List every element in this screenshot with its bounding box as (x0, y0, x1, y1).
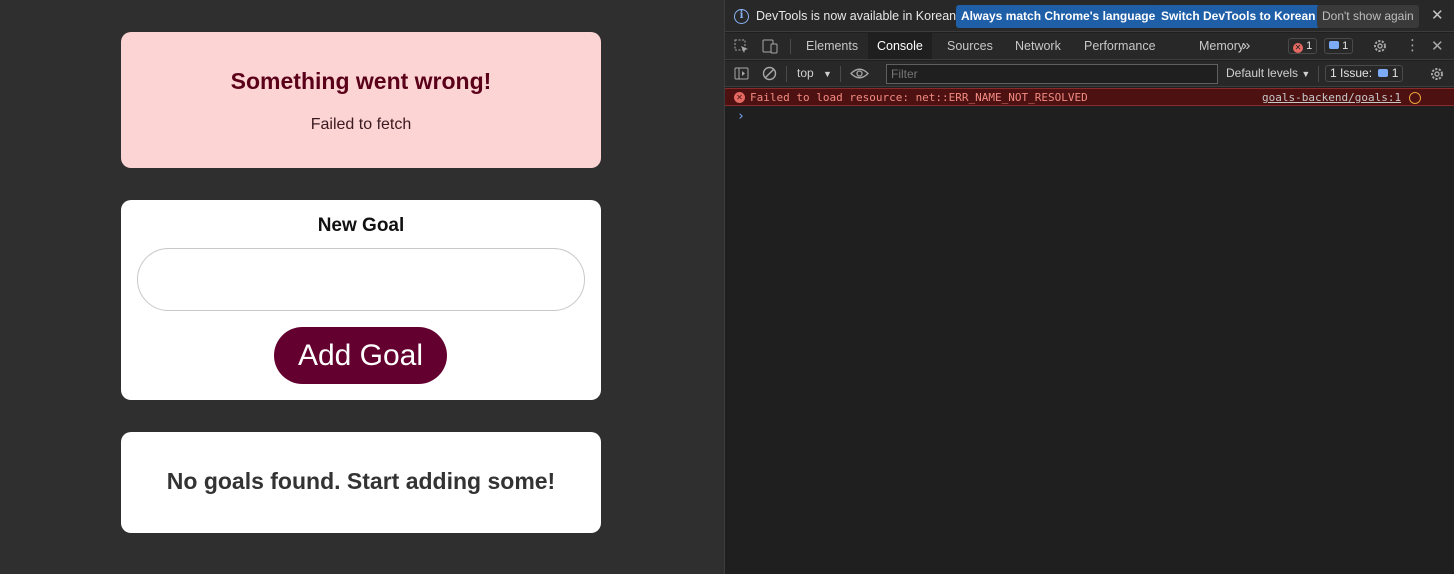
error-count-badge[interactable]: ✕ 1 (1288, 38, 1318, 54)
error-message: Failed to fetch (310, 116, 412, 133)
toolbar-separator (1318, 66, 1319, 82)
chevron-down-icon: ▼ (823, 69, 832, 79)
network-request-icon[interactable] (1409, 92, 1421, 104)
toolbar-separator (840, 66, 841, 82)
empty-goals-message: No goals found. Start adding some! (166, 468, 556, 494)
issues-label: 1 Issue: (1330, 66, 1373, 80)
more-options-icon[interactable]: ⋮ (1405, 36, 1420, 54)
devtools-tabbar: Elements Console Sources Network Perform… (725, 33, 1454, 60)
filter-input[interactable] (886, 64, 1218, 84)
tab-elements[interactable]: Elements (797, 33, 867, 59)
log-levels-dropdown[interactable]: Default levels ▼ (1226, 66, 1310, 80)
match-language-button[interactable]: Always match Chrome's language (956, 5, 1161, 28)
infobar-text: DevTools is now available in Korean! (756, 9, 960, 23)
more-tabs-icon[interactable]: » (1233, 33, 1259, 59)
error-title: Something went wrong! (230, 68, 492, 94)
new-goal-label: New Goal (317, 215, 405, 236)
tab-console[interactable]: Console (868, 33, 932, 59)
message-icon (1329, 41, 1339, 49)
context-label: top (797, 66, 814, 80)
goal-input[interactable] (137, 248, 585, 311)
tab-separator (790, 39, 791, 54)
sidebar-toggle-icon[interactable] (734, 66, 749, 81)
issues-button[interactable]: 1 Issue: 1 (1325, 65, 1404, 82)
devtools-panel: i DevTools is now available in Korean! A… (724, 0, 1454, 574)
chevron-down-icon: ▼ (1301, 69, 1311, 79)
issues-count: 1 (1391, 66, 1399, 80)
tab-sources[interactable]: Sources (938, 33, 1002, 59)
issue-message-icon (1378, 69, 1389, 77)
new-goal-form: New Goal Add Goal (121, 200, 601, 400)
info-icon: i (734, 9, 749, 24)
language-infobar: i DevTools is now available in Korean! A… (725, 0, 1454, 32)
console-toolbar: top ▼ Default levels ▼ 1 Issue: 1 (725, 61, 1454, 87)
tab-performance[interactable]: Performance (1075, 33, 1165, 59)
live-expression-eye-icon[interactable] (850, 67, 869, 80)
message-count: 1 (1342, 40, 1349, 52)
inspect-element-icon[interactable] (734, 39, 749, 54)
console-source-link[interactable]: goals-backend/goals:1 (1262, 91, 1401, 104)
context-selector[interactable]: top ▼ (797, 66, 832, 80)
clear-console-icon[interactable] (762, 66, 777, 81)
close-devtools-icon[interactable]: ✕ (1431, 37, 1444, 55)
log-levels-label: Default levels (1226, 66, 1299, 80)
console-prompt[interactable]: › (737, 109, 745, 124)
dont-show-again-button[interactable]: Don't show again (1317, 5, 1419, 28)
console-settings-icon[interactable] (1429, 66, 1445, 82)
tab-network[interactable]: Network (1006, 33, 1070, 59)
goals-list-card: No goals found. Start adding some! (121, 432, 601, 533)
add-goal-button[interactable]: Add Goal (274, 327, 447, 384)
error-icon: ✕ (734, 92, 745, 103)
console-error-message: Failed to load resource: net::ERR_NAME_N… (750, 91, 1088, 104)
toolbar-separator (786, 66, 787, 82)
close-icon[interactable]: ✕ (1431, 6, 1444, 24)
message-count-badge[interactable]: 1 (1324, 38, 1354, 54)
console-error-row[interactable]: ✕ Failed to load resource: net::ERR_NAME… (725, 88, 1454, 106)
settings-gear-icon[interactable] (1372, 38, 1388, 54)
device-toolbar-icon[interactable] (762, 39, 779, 54)
app-viewport: Something went wrong! Failed to fetch Ne… (0, 0, 724, 574)
error-card: Something went wrong! Failed to fetch (121, 32, 601, 168)
switch-language-button[interactable]: Switch DevTools to Korean (1156, 5, 1321, 28)
error-count: 1 (1306, 40, 1313, 52)
error-icon: ✕ (1293, 43, 1303, 53)
